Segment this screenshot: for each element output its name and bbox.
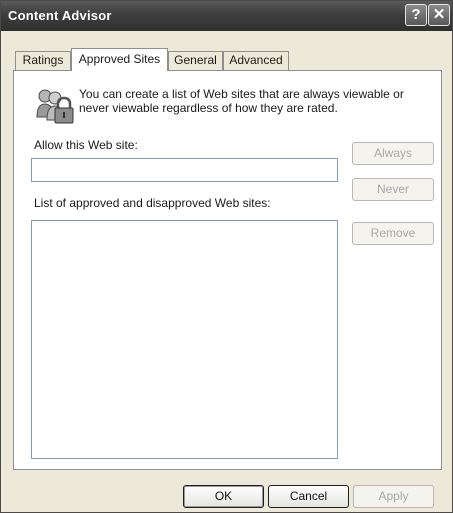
allow-site-label: Allow this Web site: — [34, 138, 138, 152]
never-button[interactable]: Never — [352, 178, 434, 201]
remove-button[interactable]: Remove — [352, 222, 434, 245]
tab-approved-sites[interactable]: Approved Sites — [71, 48, 168, 71]
close-icon: ✕ — [432, 6, 446, 23]
help-icon: ? — [411, 6, 421, 23]
tab-label: General — [174, 53, 217, 67]
tab-label: Approved Sites — [78, 52, 161, 66]
approved-sites-list[interactable] — [31, 220, 338, 459]
people-lock-icon — [36, 89, 74, 124]
content-advisor-dialog: Content Advisor ? ✕ Ratings Approved Sit… — [0, 0, 453, 513]
tab-general[interactable]: General — [168, 51, 223, 70]
cancel-button[interactable]: Cancel — [268, 485, 349, 508]
tab-label: Ratings — [22, 53, 64, 67]
ok-button[interactable]: OK — [183, 485, 264, 508]
close-button[interactable]: ✕ — [428, 4, 450, 26]
allow-site-input[interactable] — [31, 158, 338, 182]
title-bar[interactable]: Content Advisor ? ✕ — [1, 1, 452, 31]
tab-advanced[interactable]: Advanced — [223, 51, 289, 70]
window-title: Content Advisor — [8, 8, 112, 23]
tab-ratings[interactable]: Ratings — [15, 51, 71, 70]
always-button[interactable]: Always — [352, 142, 434, 165]
panel-description: You can create a list of Web sites that … — [79, 87, 404, 115]
help-button[interactable]: ? — [405, 4, 427, 26]
tab-label: Advanced — [229, 53, 283, 67]
site-list-label: List of approved and disapproved Web sit… — [34, 196, 271, 210]
apply-button[interactable]: Apply — [353, 485, 434, 508]
